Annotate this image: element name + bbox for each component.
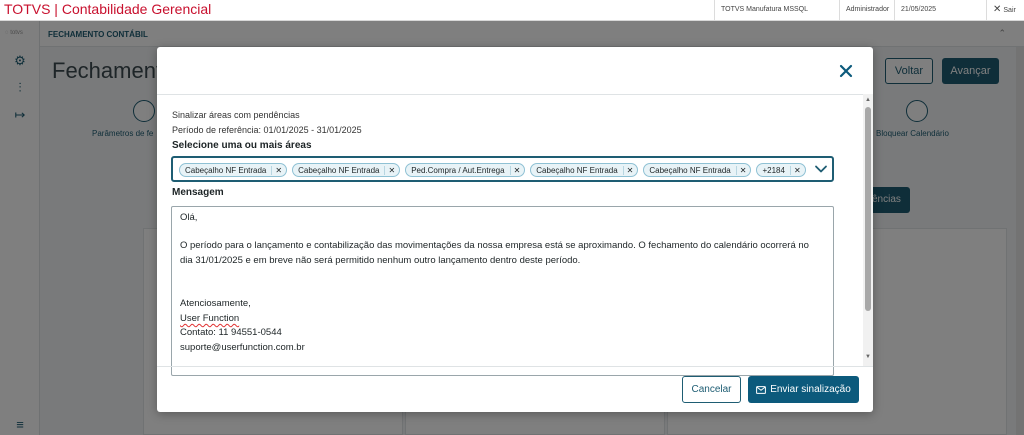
chip-remove-icon[interactable]: ✕ <box>789 165 801 175</box>
chip-label: +2184 <box>762 165 785 175</box>
scrollbar-thumb[interactable] <box>865 107 871 311</box>
app-title: TOTVS | Contabilidade Gerencial <box>4 1 212 17</box>
close-icon: ✕ <box>993 4 1002 15</box>
message-line: Olá, <box>180 212 198 223</box>
modal-scrollbar[interactable]: ▲ ▼ <box>863 94 873 366</box>
environment-label: TOTVS Manufatura MSSQL <box>714 0 839 20</box>
scroll-down-icon[interactable]: ▼ <box>865 354 871 360</box>
message-line: Atenciosamente, <box>180 298 251 309</box>
window-title-bar: TOTVS | Contabilidade Gerencial TOTVS Ma… <box>0 0 1024 21</box>
info-text: Sinalizar áreas com pendências <box>172 110 300 120</box>
chip-label: Cabeçalho NF Entrada <box>536 165 618 175</box>
area-chip: Cabeçalho NF Entrada ✕ <box>179 163 288 177</box>
reference-period-text: Período de referência: 01/01/2025 - 31/0… <box>172 125 362 135</box>
close-icon[interactable] <box>836 61 856 81</box>
message-line: O período para o lançamento e contabiliz… <box>180 240 809 251</box>
message-line: Contato: 11 94551-0544 <box>180 327 282 338</box>
chip-remove-icon[interactable]: ✕ <box>509 165 520 175</box>
message-textarea[interactable]: Olá, O período para o lançamento e conta… <box>171 206 834 376</box>
chip-label: Ped.Compra / Aut.Entrega <box>411 165 505 175</box>
chip-remove-icon[interactable]: ✕ <box>622 165 633 175</box>
mail-icon <box>756 385 767 394</box>
message-line: User Function <box>180 313 240 324</box>
modal-footer-divider <box>157 366 873 367</box>
areas-label: Selecione uma ou mais áreas <box>172 140 312 151</box>
more-areas-chip[interactable]: +2184 ✕ <box>756 163 806 177</box>
cancel-button[interactable]: Cancelar <box>682 376 741 403</box>
user-label: Administrador <box>839 0 894 20</box>
area-chip: Cabeçalho NF Entrada ✕ <box>292 163 401 177</box>
chip-remove-icon[interactable]: ✕ <box>271 165 282 175</box>
chip-label: Cabeçalho NF Entrada <box>649 165 731 175</box>
chip-label: Cabeçalho NF Entrada <box>298 165 380 175</box>
exit-button[interactable]: ✕ Sair <box>986 0 1024 20</box>
chevron-down-icon[interactable] <box>814 162 828 176</box>
scroll-up-icon[interactable]: ▲ <box>865 97 871 103</box>
area-chip: Cabeçalho NF Entrada ✕ <box>530 163 639 177</box>
send-signal-label: Enviar sinalização <box>770 384 851 395</box>
area-chip: Ped.Compra / Aut.Entrega ✕ <box>405 163 526 177</box>
message-line: dia 31/01/2025 e em breve não será permi… <box>180 255 581 266</box>
chip-remove-icon[interactable]: ✕ <box>384 165 395 175</box>
chip-label: Cabeçalho NF Entrada <box>185 165 267 175</box>
send-signal-button[interactable]: Enviar sinalização <box>748 376 859 403</box>
message-line: suporte@userfunction.com.br <box>180 342 305 353</box>
exit-label: Sair <box>1003 7 1016 14</box>
chip-remove-icon[interactable]: ✕ <box>735 165 746 175</box>
date-label: 21/05/2025 <box>894 0 986 20</box>
signal-pending-modal: Sinalizar áreas com pendências Período d… <box>157 47 873 412</box>
areas-multiselect[interactable]: Cabeçalho NF Entrada ✕ Cabeçalho NF Entra… <box>171 156 834 182</box>
area-chip: Cabeçalho NF Entrada ✕ <box>643 163 752 177</box>
selected-areas: Cabeçalho NF Entrada ✕ Cabeçalho NF Entra… <box>179 163 806 177</box>
message-label: Mensagem <box>172 187 224 198</box>
